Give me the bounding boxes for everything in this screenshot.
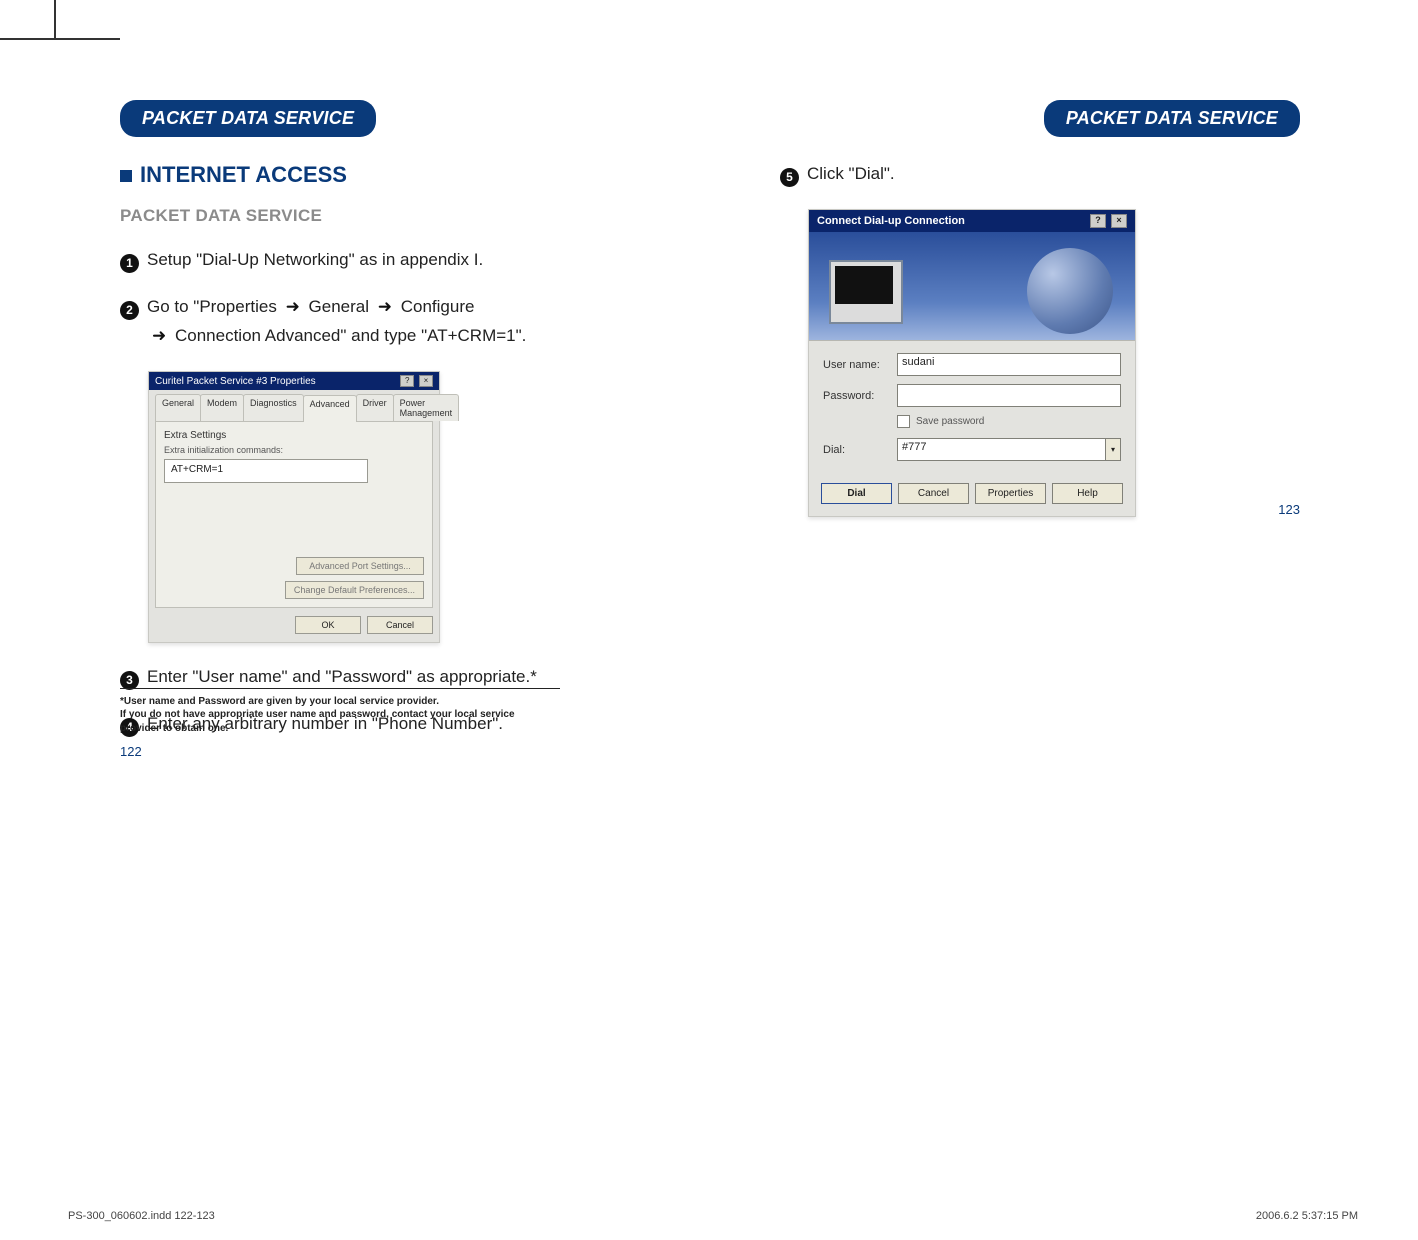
- step-5-text: Click "Dial".: [807, 164, 895, 183]
- step-2: 2 Go to "Properties General Configure: [120, 295, 640, 320]
- arrow-right-icon: [286, 295, 300, 320]
- step-2a: Go to "Properties: [147, 297, 277, 316]
- help-icon[interactable]: ?: [1090, 214, 1106, 228]
- tab-diagnostics[interactable]: Diagnostics: [243, 394, 304, 421]
- left-column: INTERNET ACCESS PACKET DATA SERVICE 1 Set…: [120, 162, 640, 759]
- dial-label: Dial:: [823, 444, 897, 456]
- page-number-right: 123: [1278, 502, 1300, 517]
- footnote-rule: [120, 688, 560, 689]
- footnote-line-3: provider to obtain one.: [120, 722, 640, 736]
- advanced-port-button[interactable]: Advanced Port Settings...: [296, 557, 424, 575]
- document-sheet: PACKET DATA SERVICE PACKET DATA SERVICE …: [0, 0, 1418, 1240]
- cancel-button[interactable]: Cancel: [367, 616, 433, 634]
- window-buttons: ? ×: [1088, 214, 1127, 228]
- step-2d: Connection Advanced" and type "AT+CRM=1"…: [175, 326, 526, 345]
- tab-general[interactable]: General: [155, 394, 201, 421]
- cancel-button[interactable]: Cancel: [898, 483, 969, 504]
- step-number-icon: 5: [780, 168, 799, 187]
- footnote-line-1: *User name and Password are given by you…: [120, 695, 640, 709]
- dial-button[interactable]: Dial: [821, 483, 892, 504]
- step-5: 5 Click "Dial".: [780, 162, 1300, 187]
- right-column: 5 Click "Dial". Connect Dial-up Connectio…: [780, 162, 1300, 517]
- username-label: User name:: [823, 359, 897, 371]
- page-number-left: 122: [120, 744, 142, 759]
- footnote: *User name and Password are given by you…: [120, 688, 640, 736]
- help-icon[interactable]: ?: [400, 375, 414, 387]
- print-mark-left: PS-300_060602.indd 122-123: [68, 1210, 215, 1222]
- monitor-screen-icon: [835, 266, 893, 304]
- dialog-panel: Extra Settings Extra initialization comm…: [155, 421, 433, 608]
- close-icon[interactable]: ×: [1111, 214, 1127, 228]
- section-badge-left: PACKET DATA SERVICE: [120, 100, 376, 137]
- ok-button[interactable]: OK: [295, 616, 361, 634]
- window-buttons: ? ×: [398, 375, 433, 387]
- dialog-tabs: General Modem Diagnostics Advanced Drive…: [149, 390, 439, 421]
- field-hint: Extra initialization commands:: [164, 445, 424, 455]
- columns: INTERNET ACCESS PACKET DATA SERVICE 1 Set…: [120, 162, 1300, 1122]
- step-2-cont: Connection Advanced" and type "AT+CRM=1"…: [120, 324, 640, 349]
- save-password-label: Save password: [916, 416, 984, 427]
- dialog-titlebar: Curitel Packet Service #3 Properties ? ×: [149, 372, 439, 390]
- page-content: PACKET DATA SERVICE PACKET DATA SERVICE …: [120, 100, 1300, 1130]
- arrow-right-icon: [378, 295, 392, 320]
- header-right: PACKET DATA SERVICE: [1044, 100, 1300, 137]
- globe-icon: [1027, 248, 1113, 334]
- connect-hero-image: [809, 232, 1135, 341]
- step-3: 3Enter "User name" and "Password" as app…: [120, 665, 640, 690]
- section-title-text: INTERNET ACCESS: [140, 162, 347, 187]
- group-label: Extra Settings: [164, 430, 424, 441]
- step-1-text: Setup "Dial-Up Networking" as in appendi…: [147, 250, 483, 269]
- step-number-icon: 1: [120, 254, 139, 273]
- checkbox-icon: [897, 415, 910, 428]
- change-default-button[interactable]: Change Default Preferences...: [285, 581, 424, 599]
- section-title: INTERNET ACCESS: [120, 162, 640, 188]
- dialog-ok-cancel: OK Cancel: [149, 616, 439, 642]
- connect-form: User name: sudani Password: Save passwor…: [809, 341, 1135, 475]
- print-mark-right: 2006.6.2 5:37:15 PM: [1256, 1210, 1358, 1222]
- section-subtitle: PACKET DATA SERVICE: [120, 206, 640, 226]
- crop-mark-horizontal: [0, 38, 120, 40]
- step-3-text: Enter "User name" and "Password" as appr…: [147, 667, 537, 686]
- password-label: Password:: [823, 390, 897, 402]
- dial-dropdown-button[interactable]: ▾: [1106, 438, 1121, 461]
- password-input[interactable]: [897, 384, 1121, 407]
- tab-advanced[interactable]: Advanced: [303, 395, 357, 422]
- dialog-title: Connect Dial-up Connection: [817, 215, 965, 227]
- tab-driver[interactable]: Driver: [356, 394, 394, 421]
- close-icon[interactable]: ×: [419, 375, 433, 387]
- crop-mark-vertical: [54, 0, 56, 38]
- square-bullet-icon: [120, 170, 132, 182]
- step-2c: Configure: [401, 297, 475, 316]
- dialog-titlebar: Connect Dial-up Connection ? ×: [809, 210, 1135, 232]
- section-badge-right: PACKET DATA SERVICE: [1044, 100, 1300, 137]
- connect-dialog-buttons: Dial Cancel Properties Help: [809, 475, 1135, 516]
- extra-commands-input[interactable]: AT+CRM=1: [164, 459, 368, 483]
- save-password-checkbox[interactable]: Save password: [897, 415, 1121, 428]
- arrow-right-icon: [152, 324, 166, 349]
- help-button[interactable]: Help: [1052, 483, 1123, 504]
- header-left: PACKET DATA SERVICE: [120, 100, 376, 137]
- properties-button[interactable]: Properties: [975, 483, 1046, 504]
- step-2b: General: [309, 297, 369, 316]
- screenshot-connect-dialog: Connect Dial-up Connection ? × User: [808, 209, 1136, 517]
- step-number-icon: 2: [120, 301, 139, 320]
- tab-modem[interactable]: Modem: [200, 394, 244, 421]
- dial-input[interactable]: #777: [897, 438, 1106, 461]
- dialog-title: Curitel Packet Service #3 Properties: [155, 376, 316, 387]
- panel-buttons: Advanced Port Settings... Change Default…: [164, 557, 424, 599]
- footnote-line-2: If you do not have appropriate user name…: [120, 708, 640, 722]
- step-1: 1 Setup "Dial-Up Networking" as in append…: [120, 248, 640, 273]
- username-input[interactable]: sudani: [897, 353, 1121, 376]
- screenshot-properties-dialog: Curitel Packet Service #3 Properties ? ×…: [148, 371, 440, 643]
- tab-power[interactable]: Power Management: [393, 394, 460, 421]
